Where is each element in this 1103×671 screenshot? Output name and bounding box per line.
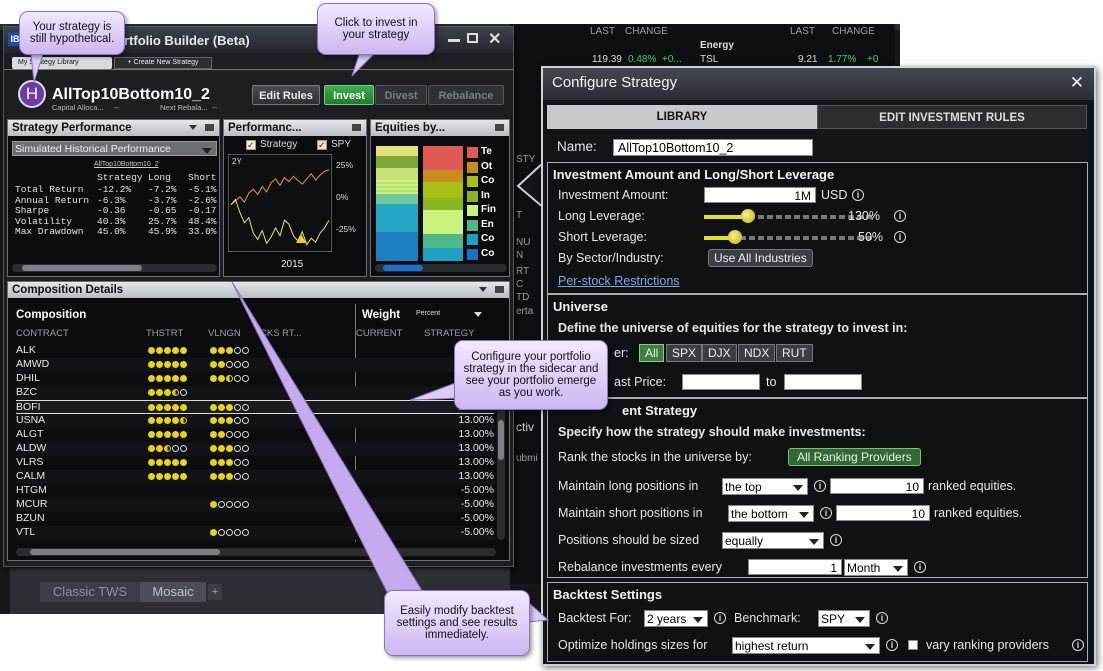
callout-tail — [231, 281, 425, 595]
screenshot-root: LAST CHANGE LAST CHANGE Energy 119.39 0.… — [0, 0, 1103, 671]
callout-text: Configure your portfolio strategy in the… — [463, 351, 599, 399]
callout-invest: Click to invest in your strategy — [317, 3, 435, 55]
callout-hypothetical: Your strategy is still hypothetical. — [19, 11, 125, 55]
callout-backtest: Easily modify backtest settings and see … — [384, 590, 530, 656]
callout-sidecar: Configure your portfolio strategy in the… — [454, 340, 608, 410]
callout-tail — [527, 600, 550, 623]
callout-tail — [351, 51, 378, 77]
callout-text: Click to invest in your strategy — [334, 17, 418, 41]
callout-text: Easily modify backtest settings and see … — [396, 605, 518, 641]
callout-text: Your strategy is still hypothetical. — [29, 21, 115, 45]
callout-tail — [409, 381, 461, 401]
callout-pointers — [29, 44, 550, 623]
